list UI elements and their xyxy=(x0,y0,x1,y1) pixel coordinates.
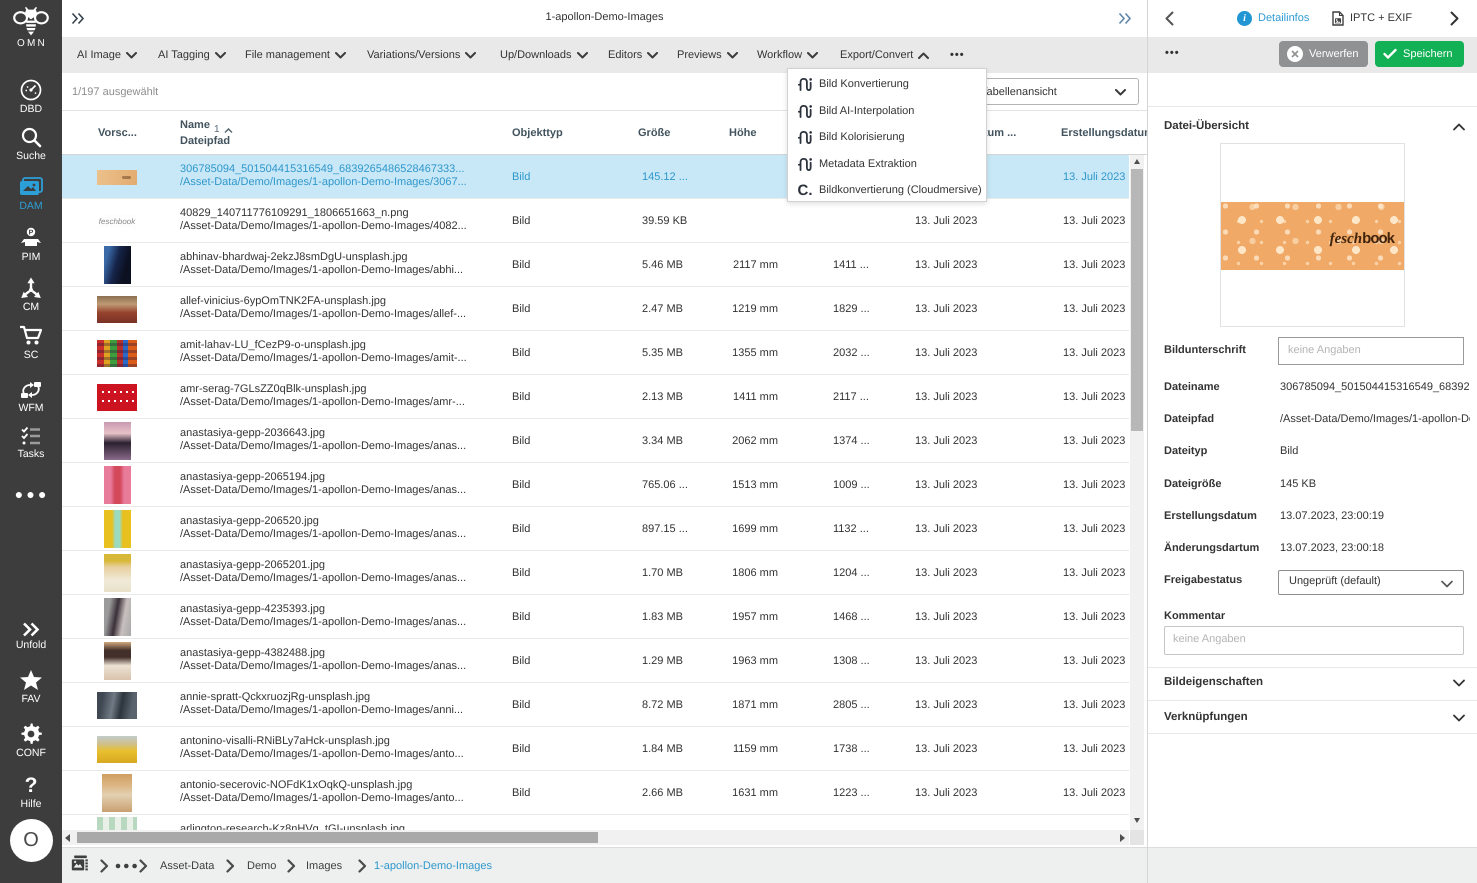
svg-text:P: P xyxy=(29,230,34,237)
